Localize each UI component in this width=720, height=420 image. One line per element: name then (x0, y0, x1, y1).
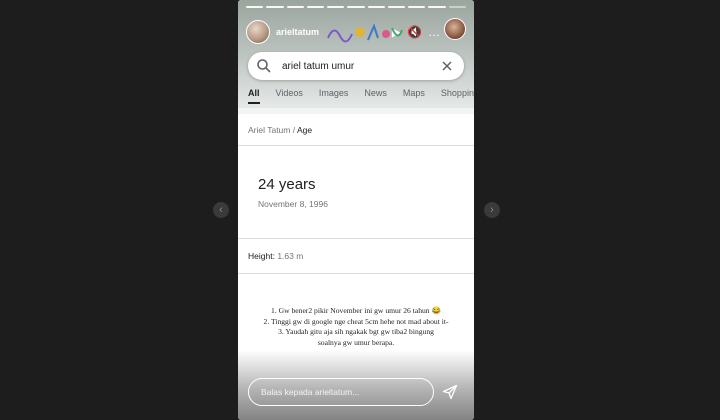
mute-icon[interactable]: 🔇 (407, 25, 422, 39)
story-caption: 1. Gw bener2 pikir November ini gw umur … (238, 306, 474, 348)
breadcrumb-current: Age (297, 125, 313, 135)
progress-segment (347, 6, 365, 8)
chevron-right-icon: › (490, 203, 494, 216)
caption-line: 1. Gw bener2 pikir November ini gw umur … (271, 306, 441, 315)
progress-segment (246, 6, 264, 8)
progress-segment (286, 6, 304, 8)
divider (238, 273, 474, 274)
send-icon[interactable] (442, 384, 458, 400)
breadcrumb-separator: / (292, 125, 296, 135)
story-user-row: arieltatum ▶ 🔇 … (246, 18, 466, 46)
progress-segment (367, 6, 385, 8)
story-progress-bar (246, 6, 466, 8)
caption-line: 3. Yaudah gitu aja sih ngakak bgt gw tib… (278, 327, 434, 336)
progress-segment (387, 6, 406, 8)
height-row: Height: 1.63 m (248, 251, 303, 261)
tab-news[interactable]: News (364, 88, 387, 104)
progress-segment (266, 6, 284, 8)
reply-placeholder: Balas kepada arieltatum... (261, 387, 360, 397)
divider (238, 238, 474, 239)
caption-line: soalnya gw umur berapa. (317, 337, 395, 347)
previous-story-button[interactable]: ‹ (213, 202, 229, 218)
caption-line: 2. Tinggi gw di google nge cheat 5cm heh… (263, 316, 449, 326)
divider (238, 145, 474, 146)
progress-segment (428, 6, 446, 8)
username[interactable]: arieltatum (276, 27, 319, 37)
tab-videos[interactable]: Videos (276, 88, 303, 104)
chevron-left-icon: ‹ (219, 203, 223, 216)
tab-shopping[interactable]: Shopping (441, 88, 474, 104)
tab-maps[interactable]: Maps (403, 88, 425, 104)
progress-segment (327, 6, 345, 8)
progress-segment (306, 6, 325, 8)
height-value: 1.63 m (277, 251, 304, 261)
search-input[interactable]: ariel tatum umur (282, 61, 440, 72)
breadcrumb: Ariel Tatum / Age (248, 125, 312, 135)
viewer-avatar[interactable] (444, 18, 466, 40)
search-icon (257, 59, 271, 73)
height-label: Height: (248, 251, 275, 261)
progress-segment (408, 6, 426, 8)
progress-segment (448, 6, 466, 8)
search-bar[interactable]: ariel tatum umur (248, 52, 464, 80)
age-answer: 24 years (258, 176, 316, 193)
tab-all[interactable]: All (248, 88, 260, 104)
next-story-button[interactable]: › (484, 202, 500, 218)
story-frame: arieltatum ▶ 🔇 … ariel tatum umur All Vi… (238, 0, 474, 420)
close-icon[interactable] (440, 59, 454, 73)
breadcrumb-parent[interactable]: Ariel Tatum (248, 125, 290, 135)
doodle-sticker (327, 23, 403, 43)
reply-input[interactable]: Balas kepada arieltatum... (248, 378, 434, 406)
divider (238, 108, 474, 114)
tab-images[interactable]: Images (319, 88, 349, 104)
search-tabs: All Videos Images News Maps Shopping (248, 88, 474, 104)
more-icon[interactable]: … (428, 25, 440, 39)
birth-date: November 8, 1996 (258, 199, 328, 209)
avatar[interactable] (246, 20, 270, 44)
